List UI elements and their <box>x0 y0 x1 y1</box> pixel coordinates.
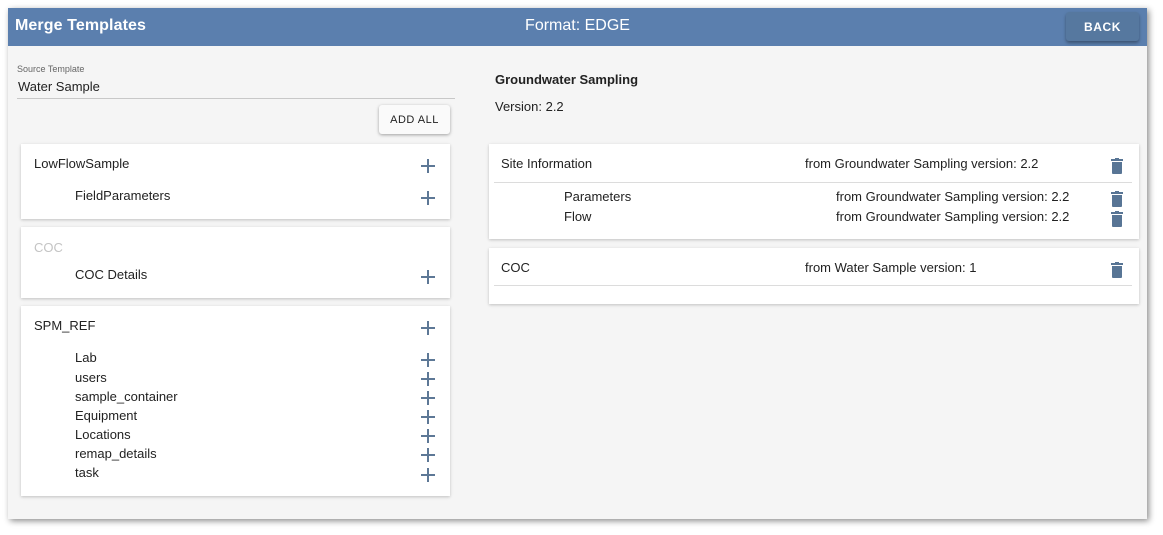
plus-icon[interactable] <box>421 353 435 367</box>
source-group-card: LowFlowSample FieldParameters <box>21 144 450 219</box>
source-item-label: task <box>75 465 99 480</box>
trash-icon[interactable] <box>1111 158 1123 174</box>
target-item-source: from Groundwater Sampling version: 2.2 <box>836 189 1070 204</box>
source-template-select[interactable]: Water Sample <box>18 79 100 94</box>
add-all-button[interactable]: ADD ALL <box>379 105 450 134</box>
plus-icon[interactable] <box>421 372 435 386</box>
target-group-source: from Water Sample version: 1 <box>805 260 977 275</box>
plus-icon[interactable] <box>421 159 435 173</box>
target-group-card: Site Information from Groundwater Sampli… <box>489 144 1139 239</box>
source-item-label: remap_details <box>75 446 157 461</box>
source-item-label: sample_container <box>75 389 178 404</box>
target-group-source: from Groundwater Sampling version: 2.2 <box>805 156 1039 171</box>
target-group-label: COC <box>501 260 530 275</box>
group-divider <box>494 285 1132 286</box>
target-item-source: from Groundwater Sampling version: 2.2 <box>836 209 1070 224</box>
app-bar: Merge Templates Format: EDGE BACK <box>8 8 1147 46</box>
source-item-label: COC Details <box>75 267 148 282</box>
plus-icon[interactable] <box>421 410 435 424</box>
source-group-card: SPM_REF Lab users sample_container Equip… <box>21 306 450 496</box>
source-item-label: users <box>75 370 107 385</box>
source-group-title: LowFlowSample <box>34 156 130 171</box>
target-item-label: Parameters <box>564 189 632 204</box>
plus-icon[interactable] <box>421 429 435 443</box>
trash-icon[interactable] <box>1111 262 1123 278</box>
source-item-label: Lab <box>75 350 97 365</box>
plus-icon[interactable] <box>421 391 435 405</box>
trash-icon[interactable] <box>1111 191 1123 207</box>
source-group-card: COC COC Details <box>21 227 450 298</box>
group-divider <box>494 182 1132 183</box>
plus-icon[interactable] <box>421 468 435 482</box>
target-group-label: Site Information <box>501 156 593 171</box>
source-item-label: Locations <box>75 427 131 442</box>
plus-icon[interactable] <box>421 191 435 205</box>
source-group-title: SPM_REF <box>34 318 96 333</box>
target-template-version: Version: 2.2 <box>495 99 564 114</box>
target-item-label: Flow <box>564 209 592 224</box>
source-item-label: Equipment <box>75 408 138 423</box>
source-template-underline <box>17 98 455 99</box>
source-item-label: FieldParameters <box>75 188 171 203</box>
plus-icon[interactable] <box>421 270 435 284</box>
trash-icon[interactable] <box>1111 211 1123 227</box>
plus-icon[interactable] <box>421 321 435 335</box>
source-group-title: COC <box>34 240 63 255</box>
plus-icon[interactable] <box>421 448 435 462</box>
format-label: Format: EDGE <box>525 17 630 34</box>
merge-templates-window: Merge Templates Format: EDGE BACK Source… <box>8 8 1147 519</box>
back-button[interactable]: BACK <box>1066 12 1139 41</box>
target-group-card: COC from Water Sample version: 1 <box>489 248 1139 304</box>
target-template-title: Groundwater Sampling <box>495 72 639 87</box>
source-template-label: Source Template <box>17 64 85 74</box>
